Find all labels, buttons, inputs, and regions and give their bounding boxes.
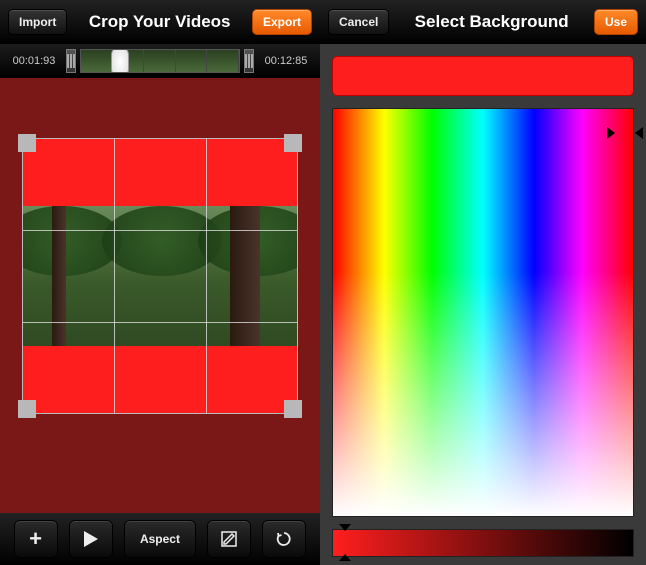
import-button[interactable]: Import [8, 9, 67, 35]
export-button[interactable]: Export [252, 9, 312, 35]
add-button[interactable]: + [14, 520, 58, 558]
time-end-label: 00:12:85 [258, 55, 314, 67]
crop-canvas[interactable] [22, 138, 298, 414]
crop-handle-tr[interactable] [284, 134, 302, 152]
color-spectrum-picker[interactable] [332, 108, 634, 517]
time-start-label: 00:01:93 [6, 55, 62, 67]
crop-panel: Import Crop Your Videos Export 00:01:93 … [0, 0, 320, 565]
picker-body [320, 44, 646, 565]
edit-button[interactable] [207, 520, 251, 558]
bottom-toolbar: + Aspect [0, 513, 320, 565]
play-button[interactable] [69, 520, 113, 558]
selected-color-swatch [332, 56, 634, 96]
plus-icon: + [29, 526, 42, 552]
use-button[interactable]: Use [594, 9, 638, 35]
timeline-thumbnails[interactable] [80, 49, 240, 73]
video-frame [22, 206, 298, 346]
playhead-scrubber[interactable] [111, 49, 129, 73]
rotate-icon [275, 530, 293, 548]
crop-handle-bl[interactable] [18, 400, 36, 418]
crop-handle-tl[interactable] [18, 134, 36, 152]
background-panel: Cancel Select Background Use [320, 0, 646, 565]
play-icon [84, 531, 98, 547]
trim-start-handle[interactable] [66, 49, 76, 73]
aspect-button[interactable]: Aspect [124, 520, 196, 558]
edit-icon [220, 530, 238, 548]
trim-end-handle[interactable] [244, 49, 254, 73]
reset-button[interactable] [262, 520, 306, 558]
cancel-button[interactable]: Cancel [328, 9, 389, 35]
spectrum-cursor[interactable] [615, 121, 635, 141]
timeline: 00:01:93 00:12:85 [0, 44, 320, 78]
crop-handle-br[interactable] [284, 400, 302, 418]
background-title: Select Background [395, 12, 588, 32]
brightness-slider[interactable] [332, 529, 634, 557]
crop-title: Crop Your Videos [73, 12, 246, 32]
crop-topbar: Import Crop Your Videos Export [0, 0, 320, 44]
background-topbar: Cancel Select Background Use [320, 0, 646, 44]
